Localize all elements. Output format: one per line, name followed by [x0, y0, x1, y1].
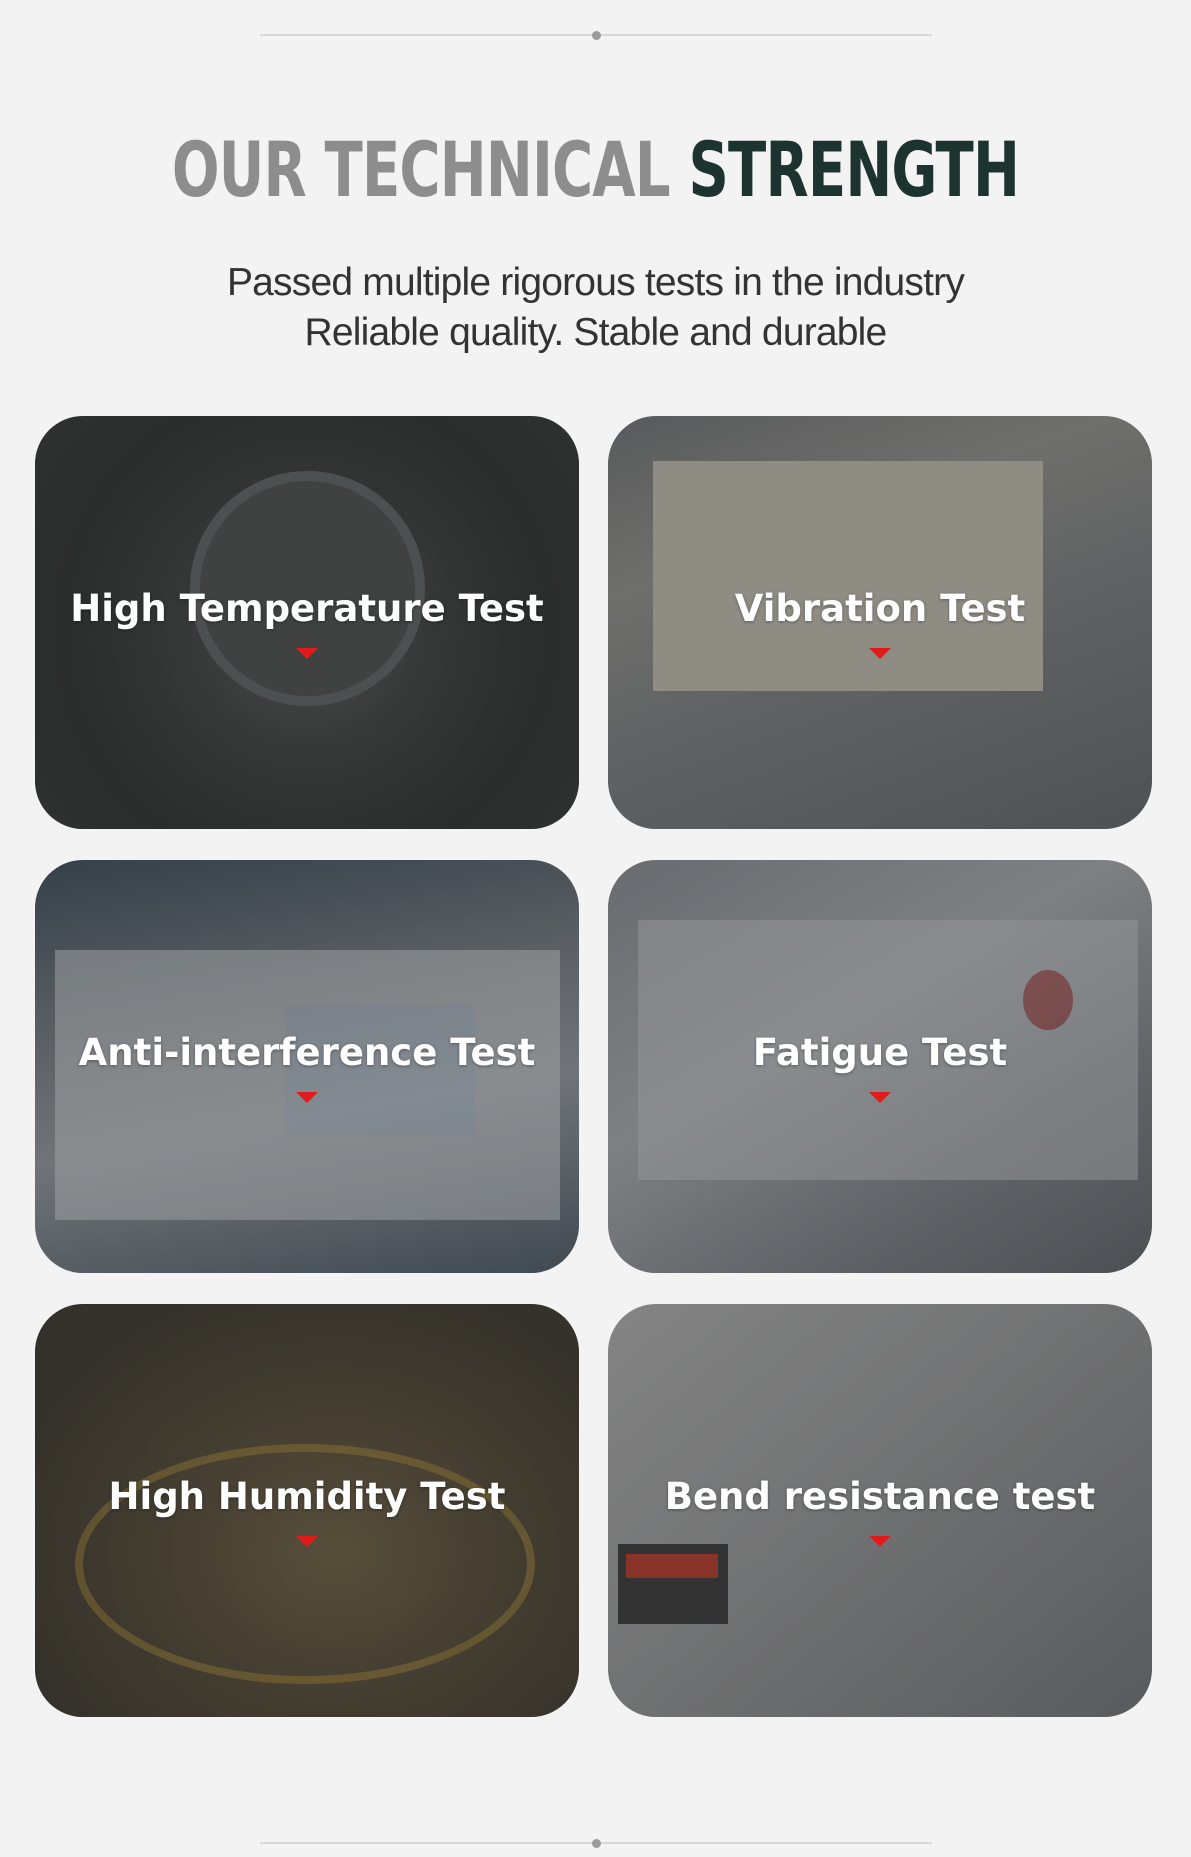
top-divider	[260, 30, 932, 40]
card-bend-resistance-test[interactable]: Bend resistance test	[608, 1304, 1152, 1717]
subtitle-line-1: Passed multiple rigorous tests in the in…	[226, 261, 965, 304]
bottom-divider	[260, 1838, 932, 1848]
caret-down-icon	[296, 1092, 318, 1103]
title-part-dark: STRENGTH	[688, 125, 1020, 214]
divider-dot	[591, 30, 601, 40]
caret-down-icon	[869, 1536, 891, 1547]
caret-down-icon	[296, 648, 318, 659]
card-label: High Temperature Test	[70, 587, 544, 630]
title-part-gray: OUR TECHNICAL	[171, 125, 671, 214]
section-title: OUR TECHNICAL STRENGTH	[107, 120, 1084, 220]
card-label: Anti-interference Test	[78, 1031, 536, 1074]
divider-dot	[591, 1838, 601, 1848]
section-subtitle: Passed multiple rigorous tests in the in…	[0, 258, 1191, 358]
card-label: High Humidity Test	[108, 1475, 506, 1518]
card-label: Fatigue Test	[752, 1031, 1008, 1074]
caret-down-icon	[296, 1536, 318, 1547]
caret-down-icon	[869, 648, 891, 659]
card-high-temperature-test[interactable]: High Temperature Test	[35, 416, 579, 829]
caret-down-icon	[869, 1092, 891, 1103]
card-label: Bend resistance test	[664, 1475, 1096, 1518]
card-fatigue-test[interactable]: Fatigue Test	[608, 860, 1152, 1273]
card-label: Vibration Test	[734, 587, 1026, 630]
card-high-humidity-test[interactable]: High Humidity Test	[35, 1304, 579, 1717]
subtitle-line-2: Reliable quality. Stable and durable	[304, 311, 888, 354]
card-anti-interference-test[interactable]: Anti-interference Test	[35, 860, 579, 1273]
card-vibration-test[interactable]: Vibration Test	[608, 416, 1152, 829]
